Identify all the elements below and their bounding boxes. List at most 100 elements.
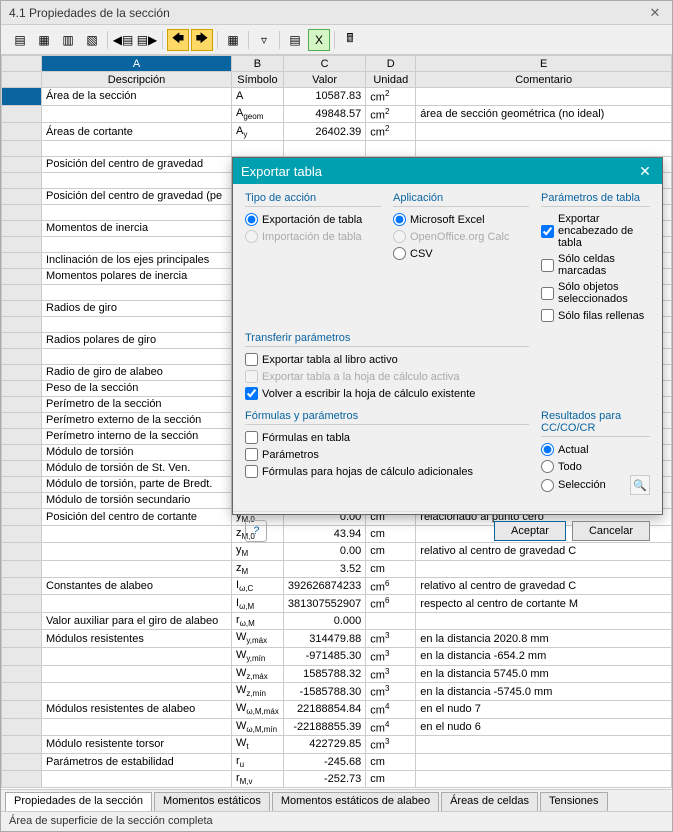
row-header[interactable]: [2, 683, 42, 701]
cell[interactable]: Módulo resistente torsor: [42, 736, 232, 754]
cell[interactable]: Parámetros de estabilidad: [42, 753, 232, 770]
cell[interactable]: Módulo de torsión secundario: [42, 492, 232, 508]
tb-btn-2[interactable]: ▦: [33, 29, 55, 51]
row-header[interactable]: [2, 736, 42, 754]
table-row[interactable]: rM,v-252.73cm: [2, 771, 672, 788]
tb-btn-11[interactable]: ▤: [284, 29, 306, 51]
col-D[interactable]: D: [366, 56, 416, 72]
cell[interactable]: cm6: [366, 595, 416, 613]
close-icon[interactable]: ✕: [646, 4, 664, 22]
check-filled-input[interactable]: [541, 309, 554, 322]
cell[interactable]: [42, 236, 232, 252]
cell[interactable]: [42, 647, 232, 665]
cell[interactable]: Módulo de torsión: [42, 444, 232, 460]
cell[interactable]: [42, 595, 232, 613]
check-parameters[interactable]: Parámetros: [245, 446, 529, 463]
hdr-com[interactable]: Comentario: [416, 72, 672, 88]
cell[interactable]: Módulos resistentes: [42, 630, 232, 648]
cell[interactable]: [42, 665, 232, 683]
cell[interactable]: respecto al centro de cortante M: [416, 595, 672, 613]
check-rewrite[interactable]: Volver a escribir la hoja de cálculo exi…: [245, 385, 529, 402]
dialog-close-icon[interactable]: ✕: [636, 162, 654, 180]
sheet-tab[interactable]: Tensiones: [540, 792, 608, 811]
cell[interactable]: Valor auxiliar para el giro de alabeo: [42, 613, 232, 630]
row-header[interactable]: [2, 204, 42, 220]
radio-excel[interactable]: Microsoft Excel: [393, 211, 529, 228]
tb-btn-5[interactable]: ◀▤: [112, 29, 134, 51]
cell[interactable]: cm: [366, 753, 416, 770]
table-row[interactable]: zM3.52cm: [2, 560, 672, 577]
row-header[interactable]: [2, 753, 42, 770]
row-header[interactable]: [2, 771, 42, 788]
cell[interactable]: Radio de giro de alabeo: [42, 364, 232, 380]
cell[interactable]: 1585788.32: [283, 665, 365, 683]
table-row[interactable]: Iω,M381307552907cm6respecto al centro de…: [2, 595, 672, 613]
calc-icon[interactable]: 🖩: [339, 29, 361, 51]
radio-actual-input[interactable]: [541, 443, 554, 456]
radio-export-input[interactable]: [245, 213, 258, 226]
row-header[interactable]: [2, 236, 42, 252]
row-header[interactable]: [2, 630, 42, 648]
check-active-book-input[interactable]: [245, 353, 258, 366]
cell[interactable]: [366, 140, 416, 156]
cell[interactable]: Momentos de inercia: [42, 220, 232, 236]
sheet-tab[interactable]: Momentos estáticos: [154, 792, 270, 811]
cell[interactable]: 381307552907: [283, 595, 365, 613]
cell[interactable]: 22188854.84: [283, 700, 365, 718]
table-row[interactable]: Wz,máx1585788.32cm3en la distancia 5745.…: [2, 665, 672, 683]
cell[interactable]: A: [232, 88, 284, 106]
row-header[interactable]: [2, 88, 42, 106]
check-formulas[interactable]: Fórmulas en tabla: [245, 429, 529, 446]
tb-btn-3[interactable]: ▥: [57, 29, 79, 51]
cell[interactable]: [42, 105, 232, 123]
cell[interactable]: cm3: [366, 647, 416, 665]
radio-selection-input[interactable]: [541, 479, 554, 492]
cell[interactable]: Área de la sección: [42, 88, 232, 106]
cell[interactable]: 10587.83: [283, 88, 365, 106]
radio-actual[interactable]: Actual: [541, 441, 650, 458]
cell[interactable]: [416, 560, 672, 577]
pick-selection-icon[interactable]: 🔍: [630, 475, 650, 495]
cell[interactable]: Wz,máx: [232, 665, 284, 683]
row-header[interactable]: [2, 560, 42, 577]
cell[interactable]: [42, 284, 232, 300]
radio-all-input[interactable]: [541, 460, 554, 473]
cell[interactable]: cm4: [366, 700, 416, 718]
row-header[interactable]: [2, 428, 42, 444]
cell[interactable]: [416, 88, 672, 106]
cell[interactable]: [416, 736, 672, 754]
cell[interactable]: Módulos resistentes de alabeo: [42, 700, 232, 718]
row-header[interactable]: [2, 105, 42, 123]
cell[interactable]: [366, 613, 416, 630]
row-header[interactable]: [2, 613, 42, 630]
row-header[interactable]: [2, 647, 42, 665]
check-formulas-input[interactable]: [245, 431, 258, 444]
row-header[interactable]: [2, 380, 42, 396]
cell[interactable]: cm2: [366, 105, 416, 123]
row-header[interactable]: [2, 220, 42, 236]
row-header[interactable]: [2, 268, 42, 284]
row-header[interactable]: [2, 300, 42, 316]
row-header[interactable]: [2, 700, 42, 718]
cell[interactable]: cm2: [366, 88, 416, 106]
check-rewrite-input[interactable]: [245, 387, 258, 400]
table-row[interactable]: Módulos resistentesWy,máx314479.88cm3en …: [2, 630, 672, 648]
cancel-button[interactable]: Cancelar: [572, 521, 650, 541]
tb-btn-9[interactable]: ▦: [222, 29, 244, 51]
row-header[interactable]: [2, 332, 42, 348]
row-header[interactable]: [2, 252, 42, 268]
cell[interactable]: Ageom: [232, 105, 284, 123]
row-header[interactable]: [2, 188, 42, 204]
table-row[interactable]: Constantes de alabeoIω,C392626874233cm6r…: [2, 577, 672, 595]
row-header[interactable]: [2, 364, 42, 380]
row-header[interactable]: [2, 577, 42, 595]
cell[interactable]: Posición del centro de gravedad: [42, 156, 232, 172]
cell[interactable]: Wy,máx: [232, 630, 284, 648]
check-selected-input[interactable]: [541, 287, 554, 300]
cell[interactable]: relativo al centro de gravedad C: [416, 577, 672, 595]
table-row[interactable]: Wω,M,mín-22188855.39cm4en el nudo 6: [2, 718, 672, 736]
cell[interactable]: [416, 613, 672, 630]
row-header[interactable]: [2, 396, 42, 412]
cell[interactable]: Ay: [232, 123, 284, 141]
radio-csv[interactable]: CSV: [393, 245, 529, 262]
